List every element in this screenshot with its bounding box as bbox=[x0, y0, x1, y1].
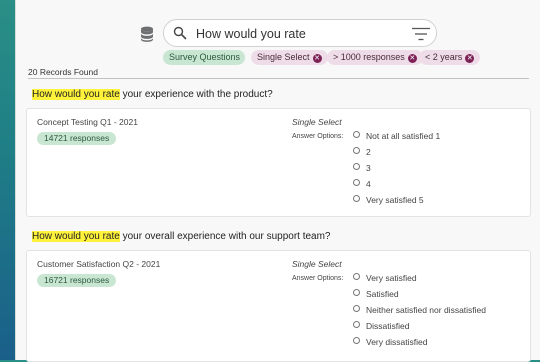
search-box[interactable] bbox=[163, 19, 437, 47]
database-icon[interactable] bbox=[140, 26, 154, 42]
close-icon[interactable]: ✕ bbox=[465, 54, 475, 63]
answer-option: Very satisfied 5 bbox=[353, 195, 424, 207]
filter-icon[interactable] bbox=[412, 27, 430, 41]
answer-option: Neither satisfied nor dissatisfied bbox=[353, 305, 486, 317]
radio-icon bbox=[353, 195, 360, 202]
radio-icon bbox=[353, 147, 360, 154]
question-title[interactable]: How would you rate your overall experien… bbox=[32, 231, 331, 242]
search-panel: Survey Questions Single Select✕ > 1000 r… bbox=[15, 0, 540, 362]
close-icon[interactable]: ✕ bbox=[407, 54, 417, 63]
survey-name: Concept Testing Q1 - 2021 bbox=[37, 117, 138, 127]
search-highlight: How would you rate bbox=[32, 89, 120, 100]
question-title[interactable]: How would you rate your experience with … bbox=[32, 89, 273, 100]
result-card[interactable]: Customer Satisfaction Q2 - 2021 16721 re… bbox=[26, 250, 531, 362]
radio-icon bbox=[353, 305, 360, 312]
question-type: Single Select bbox=[292, 259, 342, 269]
radio-icon bbox=[353, 337, 360, 344]
result-card[interactable]: Concept Testing Q1 - 2021 14721 response… bbox=[26, 108, 531, 217]
filter-chips: Survey Questions Single Select ✕ > 1000 r… bbox=[16, 50, 540, 66]
filter-chip-years[interactable]: < 2 years ✕ bbox=[419, 50, 481, 65]
filter-chip-responses[interactable]: > 1000 responses ✕ bbox=[327, 50, 423, 65]
question-type: Single Select bbox=[292, 117, 342, 127]
question-text: your overall experience with our support… bbox=[119, 231, 331, 242]
answer-options-label: Answer Options: bbox=[292, 275, 344, 282]
filter-chip-label: < 2 years bbox=[425, 52, 463, 62]
filter-chip-label: Single Select bbox=[257, 52, 310, 62]
responses-badge: 16721 responses bbox=[37, 274, 117, 287]
filter-chip-label: > 1000 responses bbox=[333, 52, 405, 62]
radio-icon bbox=[353, 273, 360, 280]
divider bbox=[28, 78, 529, 79]
answer-option: 3 bbox=[353, 163, 371, 175]
answer-option: 2 bbox=[353, 147, 371, 159]
answer-option: 4 bbox=[353, 179, 371, 191]
radio-icon bbox=[353, 131, 360, 138]
radio-icon bbox=[353, 179, 360, 186]
survey-name: Customer Satisfaction Q2 - 2021 bbox=[37, 259, 161, 269]
radio-icon bbox=[353, 163, 360, 170]
search-row bbox=[16, 19, 540, 49]
radio-icon bbox=[353, 289, 360, 296]
responses-badge: 14721 responses bbox=[37, 132, 117, 145]
radio-icon bbox=[353, 321, 360, 328]
records-count: 20 Records Found bbox=[28, 67, 98, 77]
answer-option: Dissatisfied bbox=[353, 321, 409, 333]
search-highlight: How would you rate bbox=[32, 231, 120, 242]
question-text: your experience with the product? bbox=[119, 89, 273, 100]
search-icon[interactable] bbox=[173, 26, 187, 40]
filter-chip-survey-questions[interactable]: Survey Questions bbox=[163, 50, 245, 65]
answer-option: Satisfied bbox=[353, 289, 399, 301]
answer-option: Not at all satisfied 1 bbox=[353, 131, 440, 143]
close-icon[interactable]: ✕ bbox=[312, 54, 322, 63]
answer-option: Very dissatisfied bbox=[353, 337, 427, 349]
filter-chip-label: Survey Questions bbox=[169, 52, 241, 62]
search-input[interactable] bbox=[194, 24, 398, 44]
answer-options-label: Answer Options: bbox=[292, 133, 344, 140]
answer-option: Very satisfied bbox=[353, 273, 417, 285]
filter-chip-single-select[interactable]: Single Select ✕ bbox=[251, 50, 328, 65]
